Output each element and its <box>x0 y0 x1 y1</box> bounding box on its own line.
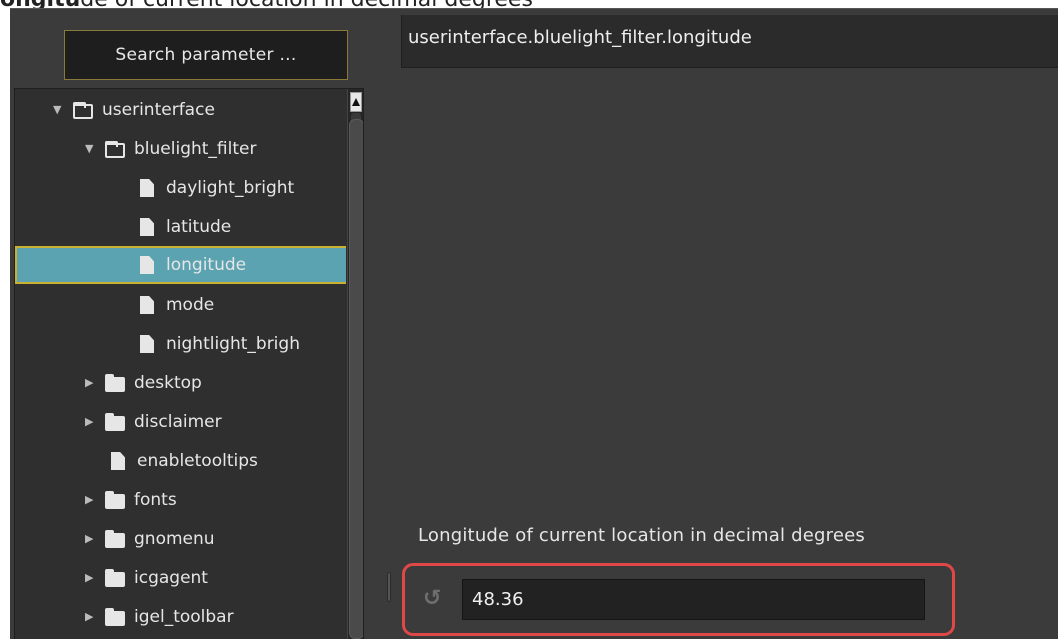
tree-item-disclaimer[interactable]: ▶ disclaimer <box>15 403 346 441</box>
folder-icon <box>105 412 125 431</box>
tree-item-mode[interactable]: mode <box>15 286 346 324</box>
collapsed-arrow-icon[interactable]: ▶ <box>85 416 95 427</box>
tree-item-daylight-bright[interactable]: daylight_bright <box>15 169 346 207</box>
folder-icon <box>105 373 125 392</box>
folder-icon <box>105 607 125 626</box>
collapsed-arrow-icon[interactable]: ▶ <box>85 494 95 505</box>
open-folder-icon <box>73 101 93 119</box>
open-folder-icon <box>105 140 125 158</box>
tree-item-gnomenu[interactable]: ▶ gnomenu <box>15 520 346 558</box>
tree-scrollbar[interactable] <box>347 89 363 639</box>
tree-viewport: ▼ userinterface ▼ bluelight_filter dayli… <box>15 89 346 639</box>
file-icon <box>140 218 154 236</box>
tree-item-label: nightlight_brigh <box>166 334 300 354</box>
tree-item-igel-toolbar[interactable]: ▶ igel_toolbar <box>15 598 346 636</box>
longitude-value-input[interactable]: 48.36 <box>462 579 925 620</box>
tree-item-label: userinterface <box>102 100 215 120</box>
file-icon <box>140 256 154 274</box>
tree-item-desktop[interactable]: ▶ desktop <box>15 364 346 402</box>
file-icon <box>140 179 154 197</box>
file-icon <box>140 296 154 314</box>
file-icon <box>140 335 154 353</box>
tree-item-nightlight-bright[interactable]: nightlight_brigh <box>15 325 346 363</box>
tree-item-label: gnomenu <box>134 529 215 549</box>
tree-item-userinterface[interactable]: ▼ userinterface <box>15 91 346 129</box>
folder-icon <box>105 529 125 548</box>
collapsed-arrow-icon[interactable]: ▶ <box>85 611 95 622</box>
parameter-description: Longitude of current location in decimal… <box>418 525 865 546</box>
collapsed-arrow-icon[interactable]: ▶ <box>85 377 95 388</box>
tree-item-label: bluelight_filter <box>134 139 257 159</box>
tree-item-bluelight-filter[interactable]: ▼ bluelight_filter <box>15 130 346 168</box>
tree-item-label: enabletooltips <box>137 451 258 471</box>
tree-item-icgagent[interactable]: ▶ icgagent <box>15 559 346 597</box>
tree-item-label: icgagent <box>134 568 208 588</box>
app-window: ongitude of current location in decimal … <box>0 0 1058 639</box>
expand-arrow-icon[interactable]: ▼ <box>53 104 63 115</box>
tree-item-label: longitude <box>166 255 247 275</box>
parameter-detail-panel: userinterface.bluelight_filter.longitude… <box>373 8 1058 639</box>
value-row-highlight: ↺ 48.36 <box>402 563 955 636</box>
tree-item-longitude[interactable]: longitude <box>15 246 346 284</box>
tree-item-label: latitude <box>166 217 232 237</box>
parameter-tree: ▼ userinterface ▼ bluelight_filter dayli… <box>14 88 364 639</box>
tree-item-enabletooltips[interactable]: enabletooltips <box>15 442 346 480</box>
parameter-tree-panel: Search parameter ... ▼ userinterface ▼ b… <box>10 8 373 639</box>
file-icon <box>111 452 125 470</box>
reset-icon[interactable]: ↺ <box>423 588 445 610</box>
folder-icon <box>105 490 125 509</box>
folder-icon <box>105 568 125 587</box>
tree-item-label: mode <box>166 295 215 315</box>
tree-item-label: daylight_bright <box>166 178 295 198</box>
tree-item-fonts[interactable]: ▶ fonts <box>15 481 346 519</box>
scrollbar-thumb[interactable] <box>349 119 363 639</box>
parameter-path-field[interactable]: userinterface.bluelight_filter.longitude <box>401 15 1058 68</box>
expand-arrow-icon[interactable]: ▼ <box>85 143 95 154</box>
tree-item-label: disclaimer <box>134 412 222 432</box>
collapsed-arrow-icon[interactable]: ▶ <box>85 533 95 544</box>
tree-item-label: fonts <box>134 490 177 510</box>
search-parameter-button[interactable]: Search parameter ... <box>64 30 348 80</box>
collapsed-arrow-icon[interactable]: ▶ <box>85 572 95 583</box>
tree-item-label: igel_toolbar <box>134 607 234 627</box>
tree-item-latitude[interactable]: latitude <box>15 208 346 246</box>
tree-item-label: desktop <box>134 373 202 393</box>
splitter-handle[interactable] <box>387 572 391 602</box>
scroll-up-arrow-icon[interactable] <box>350 92 362 112</box>
